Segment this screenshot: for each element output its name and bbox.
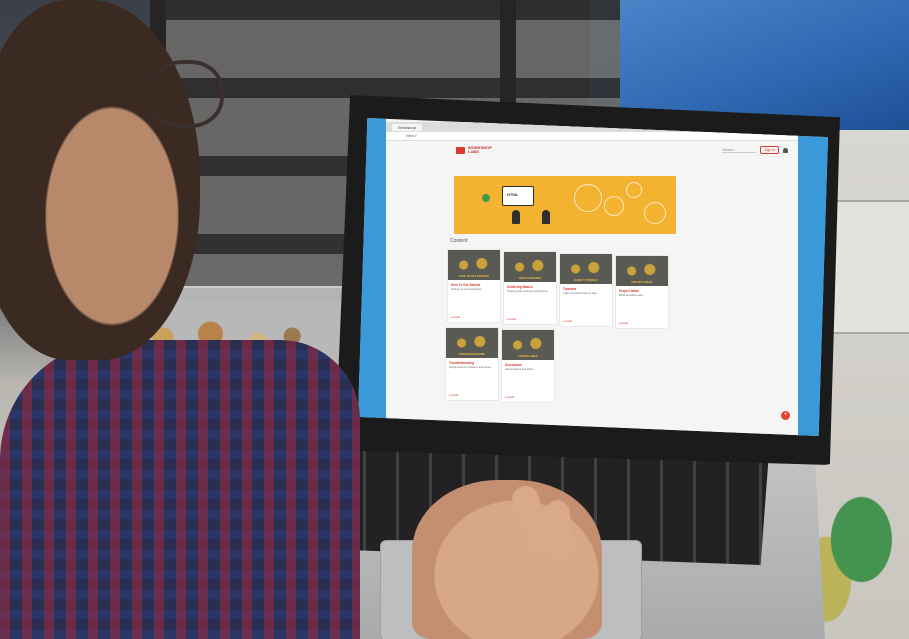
card-footer: ● Guide: [505, 396, 515, 399]
card-image-label: PROJECT IDEAS: [631, 281, 653, 284]
gear-icon: [626, 182, 642, 198]
card-title: Soldering Basics: [507, 285, 533, 289]
person-hand: [412, 480, 602, 639]
person-shoulder: [0, 340, 360, 639]
logo-line2: LABS: [468, 149, 479, 154]
bell-icon[interactable]: [783, 147, 788, 153]
card-image: PROJECT IDEAS: [616, 256, 668, 286]
person-illustration: [512, 210, 520, 224]
card-image: FORUM & HELP: [502, 330, 554, 360]
site-logo[interactable]: WORKSHOP LABS: [456, 146, 492, 154]
card-footer: ● Guide: [449, 394, 459, 397]
card-title: Tutorials: [563, 287, 577, 291]
address-bar[interactable]: https://: [386, 132, 798, 141]
content-card[interactable]: BASIC TUTORIALS Tutorials Learn the basi…: [560, 254, 612, 326]
card-title: Project Ideas: [619, 289, 639, 293]
plus-icon[interactable]: +: [781, 411, 790, 420]
card-image-label: HOW TO SOLDER: [518, 277, 542, 280]
card-description: Learn the basics step by step: [563, 292, 597, 295]
card-image-label: TROUBLESHOOTING: [458, 353, 486, 356]
browser-tab[interactable]: Workshop: [392, 123, 422, 131]
hero-banner: HTML: [454, 176, 676, 234]
content-card[interactable]: TROUBLESHOOTING Troubleshooting Fixing c…: [446, 328, 498, 400]
monitor-label: HTML: [507, 192, 519, 197]
logo-text: WORKSHOP LABS: [468, 146, 492, 154]
card-image-label: FORUM & HELP: [518, 355, 538, 358]
url-text: https://: [406, 134, 417, 138]
card-description: Build something new: [619, 294, 643, 297]
laptop-screen: Workshop https:// WORKSHOP LABS Search..…: [358, 118, 828, 436]
card-description: Simple guide to joining components: [507, 290, 548, 293]
card-image-label: HOW TO GET STARTED: [459, 275, 489, 278]
gear-icon: [604, 196, 624, 216]
plant-illustration: [482, 194, 490, 202]
card-footer: ● Guide: [507, 318, 517, 321]
card-description: Ask questions and share: [505, 368, 534, 371]
search-input[interactable]: Search...: [722, 148, 757, 153]
gear-icon: [644, 202, 666, 224]
card-description: Fixing common problems and issues: [449, 366, 492, 369]
content-card[interactable]: HOW TO SOLDER Soldering Basics Simple gu…: [504, 252, 556, 324]
content-card[interactable]: PROJECT IDEAS Project Ideas Build someth…: [616, 256, 668, 328]
monitor-illustration: HTML: [502, 186, 534, 206]
test-equipment: [830, 200, 909, 334]
site-header: WORKSHOP LABS Search... Sign in: [386, 141, 798, 159]
card-image: HOW TO SOLDER: [504, 252, 556, 282]
card-title: How To Get Started: [451, 283, 481, 287]
section-title: Content: [450, 238, 468, 244]
card-footer: ● Guide: [619, 322, 629, 325]
photo-scene: Workshop https:// WORKSHOP LABS Search..…: [0, 0, 909, 639]
logo-mark-icon: [456, 146, 465, 154]
card-image-label: BASIC TUTORIALS: [574, 279, 598, 282]
gear-icon: [574, 184, 602, 212]
content-card[interactable]: HOW TO GET STARTED How To Get Started Se…: [448, 250, 500, 322]
content-card[interactable]: FORUM & HELP Discussion Ask questions an…: [502, 330, 554, 402]
header-actions: Search... Sign in: [722, 146, 788, 154]
person-illustration: [542, 210, 550, 224]
card-footer: ● Guide: [563, 320, 573, 323]
card-image: TROUBLESHOOTING: [446, 328, 498, 358]
card-title: Discussion: [505, 363, 523, 367]
card-image: HOW TO GET STARTED: [448, 250, 500, 280]
signin-button[interactable]: Sign in: [760, 146, 779, 154]
eyeglasses: [150, 60, 224, 128]
card-title: Troubleshooting: [449, 361, 474, 365]
card-image: BASIC TUTORIALS: [560, 254, 612, 284]
card-footer: ● Guide: [451, 316, 461, 319]
card-description: Setting up your workspace: [451, 288, 482, 291]
